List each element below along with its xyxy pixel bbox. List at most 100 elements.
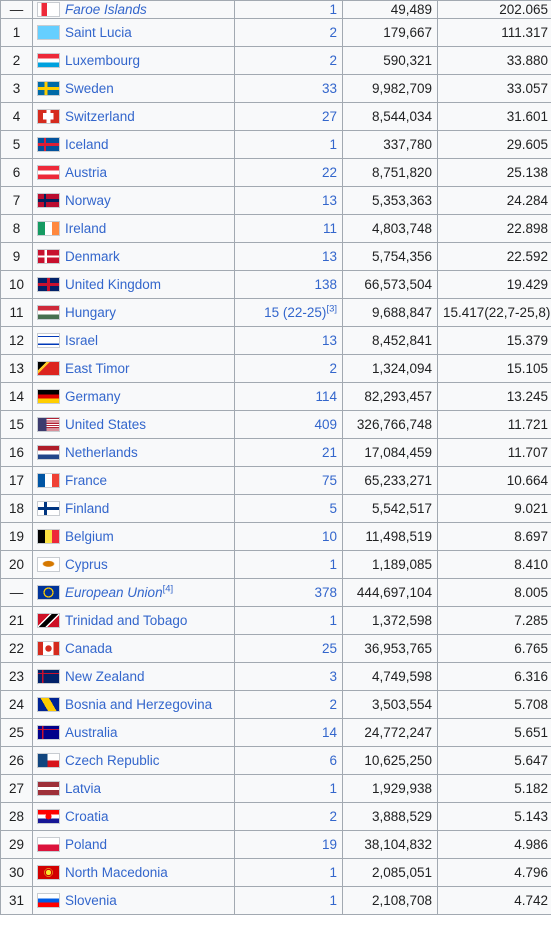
count-link[interactable]: 5	[329, 501, 337, 516]
flag-icon	[37, 725, 60, 740]
flag-icon	[37, 893, 60, 908]
count-link[interactable]: 2	[329, 361, 337, 376]
country-link[interactable]: Australia	[65, 725, 118, 740]
count-link[interactable]: 33	[322, 81, 337, 96]
country-link[interactable]: Cyprus	[65, 557, 108, 572]
count-link[interactable]: 378	[314, 585, 337, 600]
country-link[interactable]: Sweden	[65, 81, 114, 96]
country-link[interactable]: United States	[65, 417, 146, 432]
count-cell: 409	[234, 410, 343, 439]
rate-cell: 15.417(22,7-25,8)	[437, 298, 551, 327]
count-link[interactable]: 21	[322, 445, 337, 460]
flag-icon	[37, 417, 60, 432]
count-link[interactable]: 1	[329, 865, 337, 880]
count-link[interactable]: 138	[314, 277, 337, 292]
country-link[interactable]: United Kingdom	[65, 277, 161, 292]
flag-icon	[37, 669, 60, 684]
country-link[interactable]: Denmark	[65, 249, 120, 264]
table-row: 26 Czech Republic 6 10,625,250 5.647	[0, 746, 551, 775]
rate-cell: 6.316	[437, 662, 551, 691]
rank-cell: 13	[0, 354, 33, 383]
country-link[interactable]: Canada	[65, 641, 112, 656]
count-link[interactable]: 13	[322, 333, 337, 348]
count-cell: 1	[234, 606, 343, 635]
count-link[interactable]: 25	[322, 641, 337, 656]
country-link[interactable]: Poland	[65, 837, 107, 852]
country-link[interactable]: Faroe Islands	[65, 2, 147, 17]
country-link[interactable]: New Zealand	[65, 669, 145, 684]
count-link[interactable]: 2	[329, 25, 337, 40]
count-link[interactable]: 114	[315, 389, 337, 404]
rate-cell: 7.285	[437, 606, 551, 635]
table-row: 11 Hungary 15 (22-25)[3] 9,688,847 15.417(22…	[0, 298, 551, 327]
count-link[interactable]: 27	[322, 109, 337, 124]
country-link[interactable]: Slovenia	[65, 893, 117, 908]
table-row: 24 Bosnia and Herzegovina 2 3,503,554 5.708	[0, 690, 551, 719]
count-link[interactable]: 2	[329, 809, 337, 824]
country-link[interactable]: Hungary	[65, 305, 116, 320]
count-link[interactable]: 6	[329, 753, 337, 768]
country-link[interactable]: Trinidad and Tobago	[65, 613, 187, 628]
country-link[interactable]: Norway	[65, 193, 111, 208]
population-cell: 1,324,094	[342, 354, 438, 383]
flag-icon	[37, 809, 60, 824]
country-link[interactable]: Netherlands	[65, 445, 138, 460]
country-link[interactable]: Ireland	[65, 221, 106, 236]
reference-link[interactable]: [4]	[163, 584, 174, 595]
flag-icon	[37, 697, 60, 712]
country-link[interactable]: North Macedonia	[65, 865, 168, 880]
count-cell: 33	[234, 74, 343, 103]
country-link[interactable]: East Timor	[65, 361, 130, 376]
count-link[interactable]: 14	[322, 725, 337, 740]
count-link[interactable]: 75	[322, 473, 337, 488]
country-link[interactable]: Germany	[65, 389, 121, 404]
country-link[interactable]: Latvia	[65, 781, 101, 796]
count-link[interactable]: 19	[322, 837, 337, 852]
country-link[interactable]: Iceland	[65, 137, 109, 152]
country-link[interactable]: Israel	[65, 333, 98, 348]
country-link[interactable]: Austria	[65, 165, 107, 180]
country-link[interactable]: Finland	[65, 501, 109, 516]
flag-icon	[37, 585, 60, 600]
count-cell: 22	[234, 158, 343, 187]
population-cell: 3,888,529	[342, 802, 438, 831]
count-link[interactable]: 13	[322, 249, 337, 264]
table-row: 15 United States 409 326,766,748 11.721	[0, 410, 551, 439]
rank-cell: 5	[0, 130, 33, 159]
country-link[interactable]: Croatia	[65, 809, 109, 824]
rate-cell: 13.245	[437, 382, 551, 411]
country-link[interactable]: Luxembourg	[65, 53, 140, 68]
country-cell: Czech Republic	[32, 746, 235, 775]
country-link[interactable]: France	[65, 473, 107, 488]
count-link[interactable]: 2	[329, 697, 337, 712]
population-cell: 8,751,820	[342, 158, 438, 187]
count-link[interactable]: 3	[329, 669, 337, 684]
count-link[interactable]: 1	[329, 613, 337, 628]
count-link[interactable]: 1	[329, 137, 337, 152]
country-cell: United Kingdom	[32, 270, 235, 299]
population-cell: 1,372,598	[342, 606, 438, 635]
count-link[interactable]: 10	[322, 529, 337, 544]
count-link[interactable]: 15 (22-25)	[264, 305, 326, 320]
rank-cell: 16	[0, 438, 33, 467]
flag-icon	[37, 781, 60, 796]
count-link[interactable]: 1	[329, 781, 337, 796]
country-link[interactable]: European Union	[65, 585, 163, 600]
count-link[interactable]: 409	[314, 417, 337, 432]
count-link[interactable]: 13	[322, 193, 337, 208]
count-link[interactable]: 1	[329, 557, 337, 572]
count-link[interactable]: 1	[329, 2, 337, 17]
country-link[interactable]: Bosnia and Herzegovina	[65, 697, 212, 712]
rank-cell: 29	[0, 830, 33, 859]
country-link[interactable]: Czech Republic	[65, 753, 160, 768]
count-link[interactable]: 11	[323, 221, 337, 236]
reference-link[interactable]: [3]	[326, 304, 337, 315]
country-link[interactable]: Belgium	[65, 529, 114, 544]
country-cell: United States	[32, 410, 235, 439]
count-link[interactable]: 2	[329, 53, 337, 68]
count-link[interactable]: 22	[322, 165, 337, 180]
country-link[interactable]: Switzerland	[65, 109, 135, 124]
country-link[interactable]: Saint Lucia	[65, 25, 132, 40]
count-link[interactable]: 1	[329, 893, 337, 908]
count-cell: 2	[234, 354, 343, 383]
